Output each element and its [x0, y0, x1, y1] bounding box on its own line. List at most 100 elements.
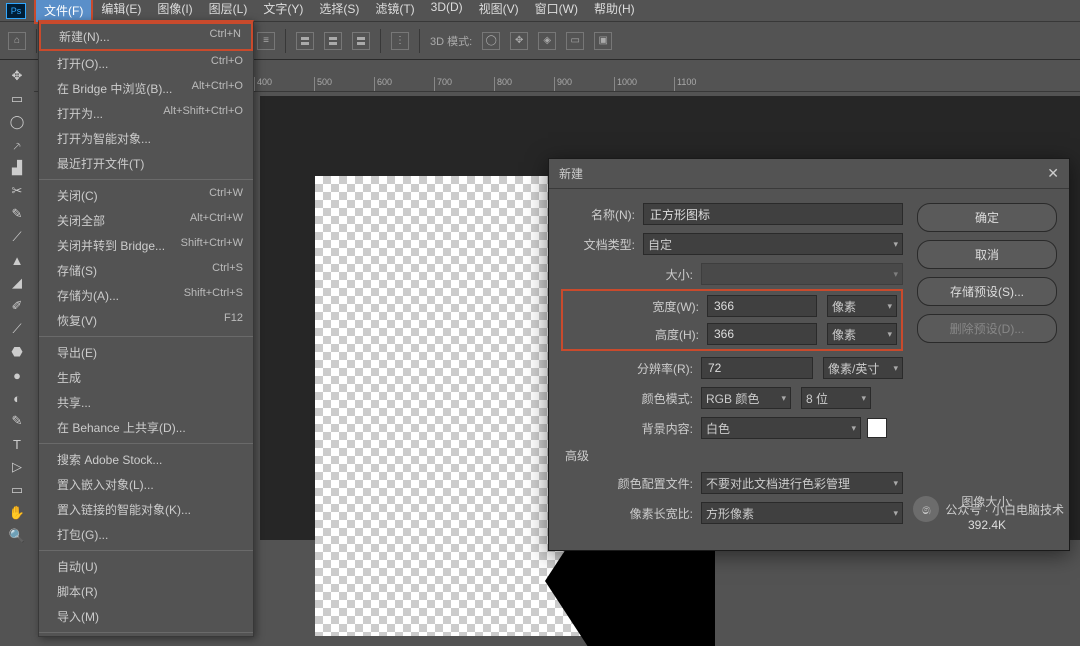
menu-item[interactable]: 存储为(A)...Shift+Ctrl+S	[39, 283, 253, 308]
tool-19[interactable]: ✋	[3, 502, 31, 524]
menu-item[interactable]: 打开为智能对象...	[39, 126, 253, 151]
separator	[380, 29, 381, 53]
menu-7[interactable]: 3D(D)	[423, 0, 471, 24]
tool-12[interactable]: ⬣	[3, 341, 31, 363]
file-menu-dropdown: 新建(N)...Ctrl+N打开(O)...Ctrl+O在 Bridge 中浏览…	[38, 20, 254, 637]
menu-separator	[39, 550, 253, 551]
menu-5[interactable]: 选择(S)	[311, 0, 367, 24]
menu-item[interactable]: 打开为...Alt+Shift+Ctrl+O	[39, 101, 253, 126]
close-icon[interactable]: ✕	[1047, 165, 1059, 182]
ok-button[interactable]: 确定	[917, 203, 1057, 232]
menu-item[interactable]: 搜索 Adobe Stock...	[39, 447, 253, 472]
tool-15[interactable]: ✎	[3, 410, 31, 432]
menubar: Ps 文件(F)编辑(E)图像(I)图层(L)文字(Y)选择(S)滤镜(T)3D…	[0, 0, 1080, 22]
width-input[interactable]	[707, 295, 817, 317]
tool-13[interactable]: ●	[3, 364, 31, 386]
menu-item[interactable]: 打开(O)...Ctrl+O	[39, 51, 253, 76]
dolly-icon[interactable]: ◈	[538, 32, 556, 50]
menu-8[interactable]: 视图(V)	[471, 0, 527, 24]
color-profile-label: 颜色配置文件:	[561, 475, 701, 492]
preset-label: 文档类型:	[561, 236, 643, 253]
menu-item[interactable]: 置入嵌入对象(L)...	[39, 472, 253, 497]
tool-20[interactable]: 🔍	[3, 525, 31, 547]
slide-icon[interactable]: ▭	[566, 32, 584, 50]
tool-16[interactable]: T	[3, 433, 31, 455]
name-input[interactable]	[643, 203, 903, 225]
menu-9[interactable]: 窗口(W)	[527, 0, 586, 24]
orbit-icon[interactable]: ◯	[482, 32, 500, 50]
menu-separator	[39, 443, 253, 444]
pan-icon[interactable]: ✥	[510, 32, 528, 50]
ruler-tick: 700	[434, 77, 494, 91]
tool-4[interactable]: ▟	[3, 157, 31, 179]
background-swatch[interactable]	[867, 418, 887, 438]
align-middle-icon[interactable]: 〓	[324, 32, 342, 50]
menu-item[interactable]: 关闭全部Alt+Ctrl+W	[39, 208, 253, 233]
preset-select[interactable]: 自定▾	[643, 233, 903, 255]
tool-14[interactable]: ◐	[3, 387, 31, 409]
menu-item[interactable]: 导入(M)	[39, 604, 253, 629]
tool-17[interactable]: ▷	[3, 456, 31, 478]
menu-4[interactable]: 文字(Y)	[255, 0, 311, 24]
menu-item[interactable]: 打包(G)...	[39, 522, 253, 547]
save-preset-button[interactable]: 存储预设(S)...	[917, 277, 1057, 306]
tool-0[interactable]: ✥	[3, 65, 31, 87]
align-bottom-icon[interactable]: 〓	[352, 32, 370, 50]
camera-icon[interactable]: ▣	[594, 32, 612, 50]
ruler-tick: 800	[494, 77, 554, 91]
resolution-input[interactable]	[701, 357, 813, 379]
tool-18[interactable]: ▭	[3, 479, 31, 501]
menu-item[interactable]: 置入链接的智能对象(K)...	[39, 497, 253, 522]
color-profile-select[interactable]: 不要对此文档进行色彩管理▾	[701, 472, 903, 494]
menu-item[interactable]: 最近打开文件(T)	[39, 151, 253, 176]
separator	[36, 29, 37, 53]
tool-2[interactable]: ◯	[3, 111, 31, 133]
height-input[interactable]	[707, 323, 817, 345]
tool-5[interactable]: ✂	[3, 180, 31, 202]
menu-10[interactable]: 帮助(H)	[586, 0, 643, 24]
pixel-aspect-select[interactable]: 方形像素▾	[701, 502, 903, 524]
color-mode-select[interactable]: RGB 颜色▾	[701, 387, 791, 409]
menu-item[interactable]: 在 Bridge 中浏览(B)...Alt+Ctrl+O	[39, 76, 253, 101]
tool-9[interactable]: ◢	[3, 272, 31, 294]
photoshop-icon: Ps	[6, 3, 26, 19]
width-unit-select[interactable]: 像素▾	[827, 295, 897, 317]
menu-item[interactable]: 恢复(V)F12	[39, 308, 253, 333]
background-select[interactable]: 白色▾	[701, 417, 861, 439]
bit-depth-select[interactable]: 8 位▾	[801, 387, 871, 409]
new-document-dialog: 新建 ✕ 名称(N): 文档类型: 自定▾ 大小: ▾ 宽度(W): 像素▾	[548, 158, 1070, 551]
tool-3[interactable]: ⸕	[3, 134, 31, 156]
menu-item[interactable]: 生成	[39, 365, 253, 390]
tool-7[interactable]: ⟋	[3, 226, 31, 248]
size-select[interactable]: ▾	[701, 263, 903, 285]
align-top-icon[interactable]: 〓	[296, 32, 314, 50]
menu-item[interactable]: 关闭(C)Ctrl+W	[39, 183, 253, 208]
ruler-tick: 500	[314, 77, 374, 91]
height-unit-select[interactable]: 像素▾	[827, 323, 897, 345]
home-icon[interactable]: ⌂	[8, 32, 26, 50]
watermark: ෧ 公众号 · 小白电脑技术	[913, 496, 1064, 522]
menu-item[interactable]: 关闭并转到 Bridge...Shift+Ctrl+W	[39, 233, 253, 258]
tool-8[interactable]: ▲	[3, 249, 31, 271]
tool-6[interactable]: ✎	[3, 203, 31, 225]
align-right-icon[interactable]: ≡	[257, 32, 275, 50]
tool-11[interactable]: ⟋	[3, 318, 31, 340]
menu-item[interactable]: 导出(E)	[39, 340, 253, 365]
menu-item[interactable]: 在 Behance 上共享(D)...	[39, 415, 253, 440]
separator	[419, 29, 420, 53]
menu-item[interactable]: 脚本(R)	[39, 579, 253, 604]
distribute-icon[interactable]: ⋮	[391, 32, 409, 50]
menu-item[interactable]: 共享...	[39, 390, 253, 415]
dimensions-highlight: 宽度(W): 像素▾ 高度(H): 像素▾	[561, 289, 903, 351]
menu-item[interactable]: 新建(N)...Ctrl+N	[39, 22, 253, 51]
name-label: 名称(N):	[561, 206, 643, 223]
menu-item[interactable]: 自动(U)	[39, 554, 253, 579]
tool-1[interactable]: ▭	[3, 88, 31, 110]
resolution-unit-select[interactable]: 像素/英寸▾	[823, 357, 903, 379]
cancel-button[interactable]: 取消	[917, 240, 1057, 269]
delete-preset-button: 删除预设(D)...	[917, 314, 1057, 343]
tool-10[interactable]: ✐	[3, 295, 31, 317]
menu-6[interactable]: 滤镜(T)	[367, 0, 422, 24]
menu-item[interactable]: 存储(S)Ctrl+S	[39, 258, 253, 283]
ruler-tick: 400	[254, 77, 314, 91]
